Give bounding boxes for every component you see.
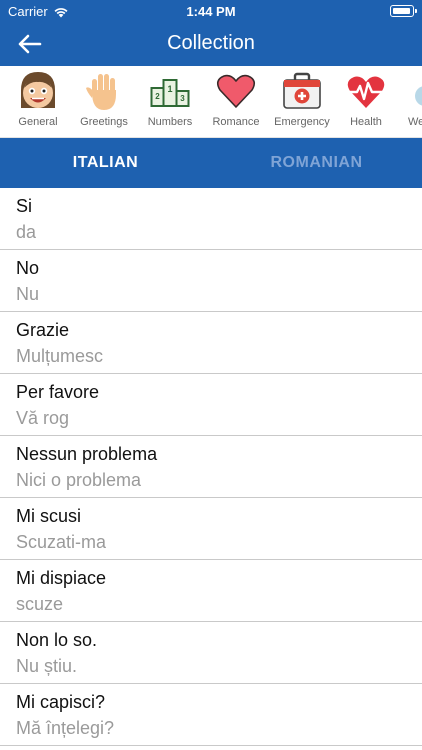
first-aid-kit-icon bbox=[283, 72, 321, 109]
heartbeat-icon bbox=[347, 76, 385, 108]
svg-text:1: 1 bbox=[167, 84, 172, 94]
phrase-translation: Nici o problema bbox=[16, 470, 142, 490]
phrase-translation: da bbox=[16, 222, 37, 242]
phrase-source: Mi capisci? bbox=[16, 692, 106, 712]
svg-text:2: 2 bbox=[155, 92, 160, 101]
smiling-face-icon bbox=[21, 72, 55, 108]
language-tabs: ITALIAN ROMANIAN bbox=[0, 138, 422, 188]
category-numbers[interactable]: 1 2 3 Numbers bbox=[136, 66, 202, 137]
status-bar: Carrier 1:44 PM bbox=[0, 0, 422, 22]
phrase-list[interactable]: Si da No Nu Grazie Mulțumesc Per favore … bbox=[0, 188, 422, 750]
phrase-translation: Vă rog bbox=[16, 408, 70, 428]
phrase-source: Grazie bbox=[16, 320, 70, 340]
list-item[interactable]: No Nu bbox=[0, 250, 422, 312]
category-label: Greetings bbox=[80, 116, 128, 128]
podium-numbers-icon: 1 2 3 bbox=[150, 79, 190, 107]
list-item[interactable]: Si da bbox=[0, 188, 422, 250]
weather-icon bbox=[415, 86, 422, 106]
category-label: Health bbox=[350, 116, 382, 128]
list-item[interactable]: Grazie Mulțumesc bbox=[0, 312, 422, 374]
category-label: Emergency bbox=[274, 116, 330, 128]
list-item[interactable]: Mi scusi Scuzati-ma bbox=[0, 498, 422, 560]
phrase-source: Non lo so. bbox=[16, 630, 98, 650]
category-health[interactable]: Health bbox=[332, 66, 398, 137]
category-label: Romance bbox=[212, 116, 260, 128]
category-label: General bbox=[18, 116, 58, 128]
list-item[interactable]: Nessun problema Nici o problema bbox=[0, 436, 422, 498]
phrase-source: Nessun problema bbox=[16, 444, 158, 464]
category-label: We bbox=[408, 116, 422, 128]
category-weather[interactable]: We bbox=[396, 66, 422, 137]
category-label: Numbers bbox=[147, 116, 193, 128]
phrase-source: Si bbox=[16, 196, 33, 216]
category-emergency[interactable]: Emergency bbox=[268, 66, 334, 137]
category-greetings[interactable]: Greetings bbox=[70, 66, 136, 137]
list-item[interactable]: Per favore Vă rog bbox=[0, 374, 422, 436]
heart-icon bbox=[216, 74, 256, 108]
phrase-translation: Scuzati-ma bbox=[16, 532, 107, 552]
category-general[interactable]: General bbox=[4, 66, 70, 137]
app-header: Carrier 1:44 PM Collection bbox=[0, 0, 422, 66]
list-item[interactable]: Mi dispiace scuze bbox=[0, 560, 422, 622]
svg-text:3: 3 bbox=[180, 94, 185, 103]
list-item[interactable]: Non lo so. Nu știu. bbox=[0, 622, 422, 684]
phrase-source: Per favore bbox=[16, 382, 100, 402]
phrase-source: No bbox=[16, 258, 40, 278]
phrase-translation: Mulțumesc bbox=[16, 346, 104, 366]
battery-icon bbox=[390, 5, 417, 17]
page-title: Collection bbox=[167, 32, 255, 54]
phrase-translation: Nu știu. bbox=[16, 656, 78, 676]
phrase-translation: scuze bbox=[16, 594, 64, 614]
phrase-source: Mi dispiace bbox=[16, 568, 107, 588]
phrase-translation: Mă înțelegi? bbox=[16, 718, 115, 738]
list-item[interactable]: Mi capisci? Mă înțelegi? bbox=[0, 684, 422, 746]
category-bar[interactable]: General Greetings 1 2 3 Numbers Romance bbox=[0, 66, 422, 138]
category-romance[interactable]: Romance bbox=[202, 66, 268, 137]
waving-hand-icon bbox=[86, 74, 116, 110]
tab-romanian[interactable]: ROMANIAN bbox=[211, 138, 422, 188]
phrase-translation: Nu bbox=[16, 284, 40, 304]
phrase-source: Mi scusi bbox=[16, 506, 82, 526]
tab-italian[interactable]: ITALIAN bbox=[0, 138, 211, 188]
nav-bar: Collection bbox=[0, 22, 422, 66]
status-time: 1:44 PM bbox=[186, 4, 236, 19]
